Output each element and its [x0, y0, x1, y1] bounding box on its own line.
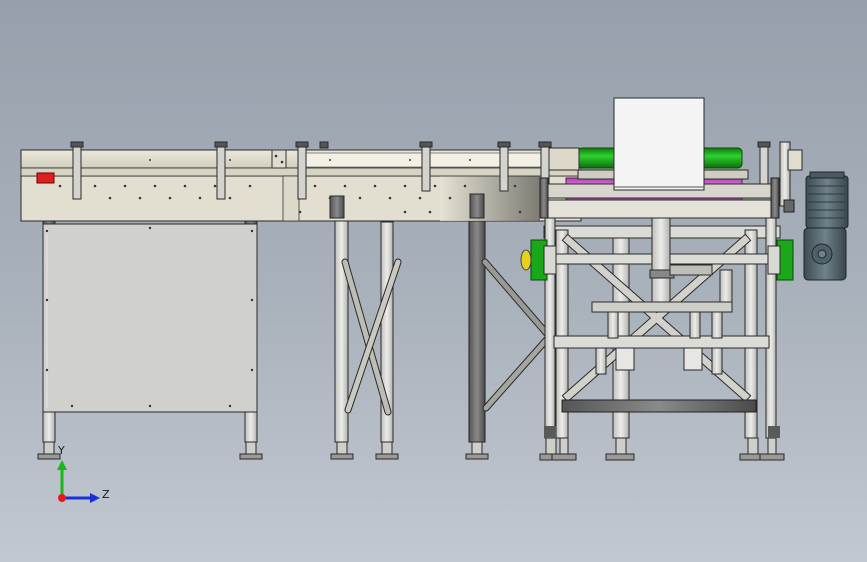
axis-triad: Y Z [57, 444, 110, 503]
cad-view-canvas[interactable]: Y Z [0, 0, 867, 562]
infeed-cabinet[interactable] [42, 195, 258, 443]
side-bearing-right [767, 239, 794, 281]
x-brace-stand[interactable] [334, 197, 402, 443]
detector-hood-box [613, 97, 705, 191]
cabinet-leg-right [244, 411, 258, 443]
red-stop-block[interactable] [36, 172, 55, 184]
frame-post-1 [544, 199, 556, 439]
support-column[interactable] [468, 197, 552, 443]
cabinet-panel [42, 223, 258, 413]
adjustable-feet [37, 437, 785, 461]
origin-dot [58, 494, 66, 502]
end-guide-post [779, 141, 803, 213]
y-axis-label: Y [57, 444, 65, 457]
cabinet-leg-left [42, 411, 56, 443]
side-bearing-left [520, 239, 557, 281]
metal-detector-hood[interactable] [539, 97, 780, 219]
reject-frame[interactable] [520, 199, 794, 439]
green-roller-right [699, 147, 743, 169]
z-axis-label: Z [102, 488, 110, 501]
gear-motor[interactable] [803, 171, 849, 281]
